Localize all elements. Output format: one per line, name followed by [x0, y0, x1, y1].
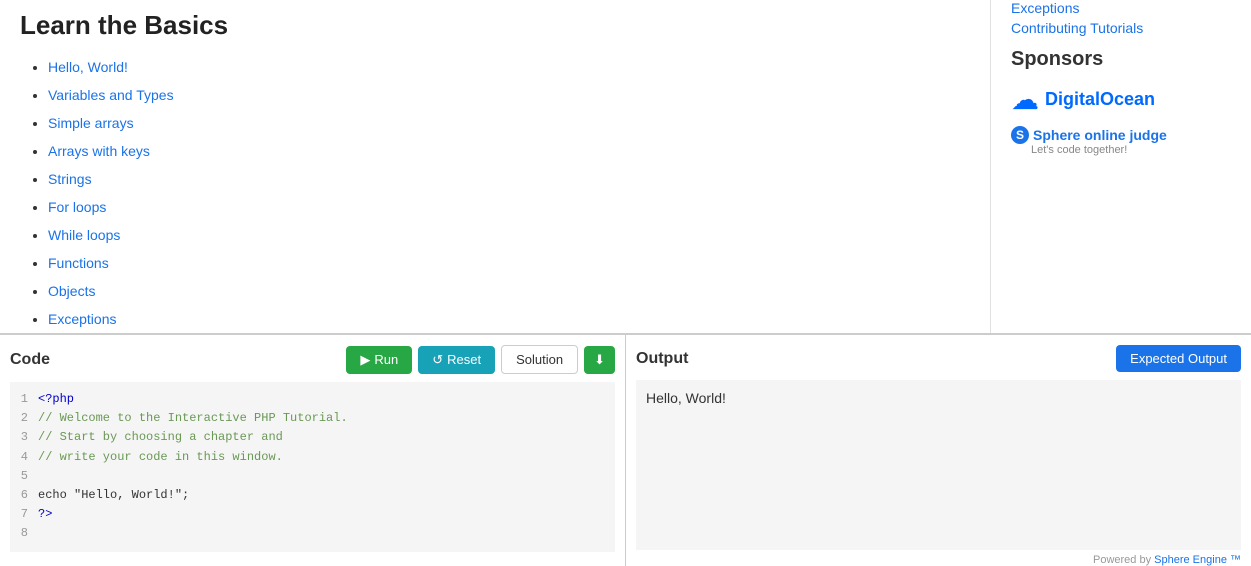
code-title: Code — [10, 351, 50, 369]
code-panel: Code ▶ Run ↺ Reset Solution — [0, 335, 626, 566]
download-icon: ⬇ — [594, 352, 605, 367]
sphere-sub-label: Let's code together! — [1031, 144, 1127, 156]
expected-label: Expected Output — [1130, 351, 1227, 366]
list-item: Arrays with keys — [48, 137, 970, 165]
run-label: Run — [374, 352, 398, 367]
powered-by: Powered by Sphere Engine ™ — [636, 550, 1251, 566]
reset-button[interactable]: ↺ Reset — [418, 346, 495, 374]
toolbar-buttons: ▶ Run ↺ Reset Solution ⬇ — [346, 345, 615, 374]
list-item: Exceptions — [48, 305, 970, 333]
powered-by-label: Powered by — [1093, 554, 1151, 566]
list-item: While loops — [48, 221, 970, 249]
list-item: Strings — [48, 165, 970, 193]
page-title: Learn the Basics — [20, 10, 970, 41]
code-panel-header: Code ▶ Run ↺ Reset Solution — [10, 345, 625, 374]
nav-link-while-loops[interactable]: While loops — [48, 227, 120, 243]
nav-link-arrays-keys[interactable]: Arrays with keys — [48, 143, 150, 159]
list-item: Objects — [48, 277, 970, 305]
nav-link-variables[interactable]: Variables and Types — [48, 87, 174, 103]
list-item: Variables and Types — [48, 81, 970, 109]
output-area: Hello, World! — [636, 380, 1241, 550]
sphere-sponsor[interactable]: S Sphere online judge Let's code togethe… — [1011, 126, 1231, 156]
digitalocean-sponsor[interactable]: ☁ DigitalOcean — [1011, 83, 1231, 116]
digitalocean-label: DigitalOcean — [1045, 89, 1155, 110]
output-panel-header: Output Expected Output — [636, 345, 1251, 372]
nav-link-for-loops[interactable]: For loops — [48, 199, 106, 215]
nav-link-hello-world[interactable]: Hello, World! — [48, 59, 128, 75]
play-icon: ▶ — [360, 352, 370, 368]
sidebar: Exceptions Contributing Tutorials Sponso… — [991, 0, 1251, 333]
solution-button[interactable]: Solution — [501, 345, 578, 374]
code-area[interactable]: 1 2 3 4 5 6 7 8 <?php // Welcome to the … — [10, 382, 615, 552]
output-panel: Output Expected Output Hello, World! Pow… — [626, 335, 1251, 566]
contributing-tutorials-link[interactable]: Contributing Tutorials — [1011, 20, 1231, 36]
reset-label: Reset — [447, 352, 481, 367]
sphere-engine-link[interactable]: Sphere Engine ™ — [1154, 554, 1241, 566]
solution-label: Solution — [516, 352, 563, 367]
list-item: Functions — [48, 249, 970, 277]
list-item: Simple arrays — [48, 109, 970, 137]
list-item: Hello, World! — [48, 53, 970, 81]
nav-link-strings[interactable]: Strings — [48, 171, 92, 187]
output-text: Hello, World! — [646, 390, 726, 406]
bottom-panel: Code ▶ Run ↺ Reset Solution — [0, 333, 1251, 566]
line-numbers: 1 2 3 4 5 6 7 8 — [18, 390, 38, 544]
output-title: Output — [636, 350, 688, 368]
code-content[interactable]: <?php // Welcome to the Interactive PHP … — [38, 390, 348, 544]
sphere-s-icon: S — [1011, 126, 1029, 144]
nav-list: Hello, World! Variables and Types Simple… — [20, 53, 970, 333]
download-button[interactable]: ⬇ — [584, 346, 615, 374]
run-button[interactable]: ▶ Run — [346, 346, 412, 374]
sphere-label: Sphere online judge — [1033, 127, 1167, 143]
expected-output-button[interactable]: Expected Output — [1116, 345, 1241, 372]
nav-link-exceptions[interactable]: Exceptions — [48, 311, 116, 327]
refresh-icon: ↺ — [432, 352, 443, 368]
nav-link-simple-arrays[interactable]: Simple arrays — [48, 115, 134, 131]
exceptions-link[interactable]: Exceptions — [1011, 0, 1231, 16]
nav-link-objects[interactable]: Objects — [48, 283, 95, 299]
list-item: For loops — [48, 193, 970, 221]
cloud-icon: ☁ — [1011, 83, 1039, 116]
nav-link-functions[interactable]: Functions — [48, 255, 109, 271]
sponsors-title: Sponsors — [1011, 48, 1231, 71]
